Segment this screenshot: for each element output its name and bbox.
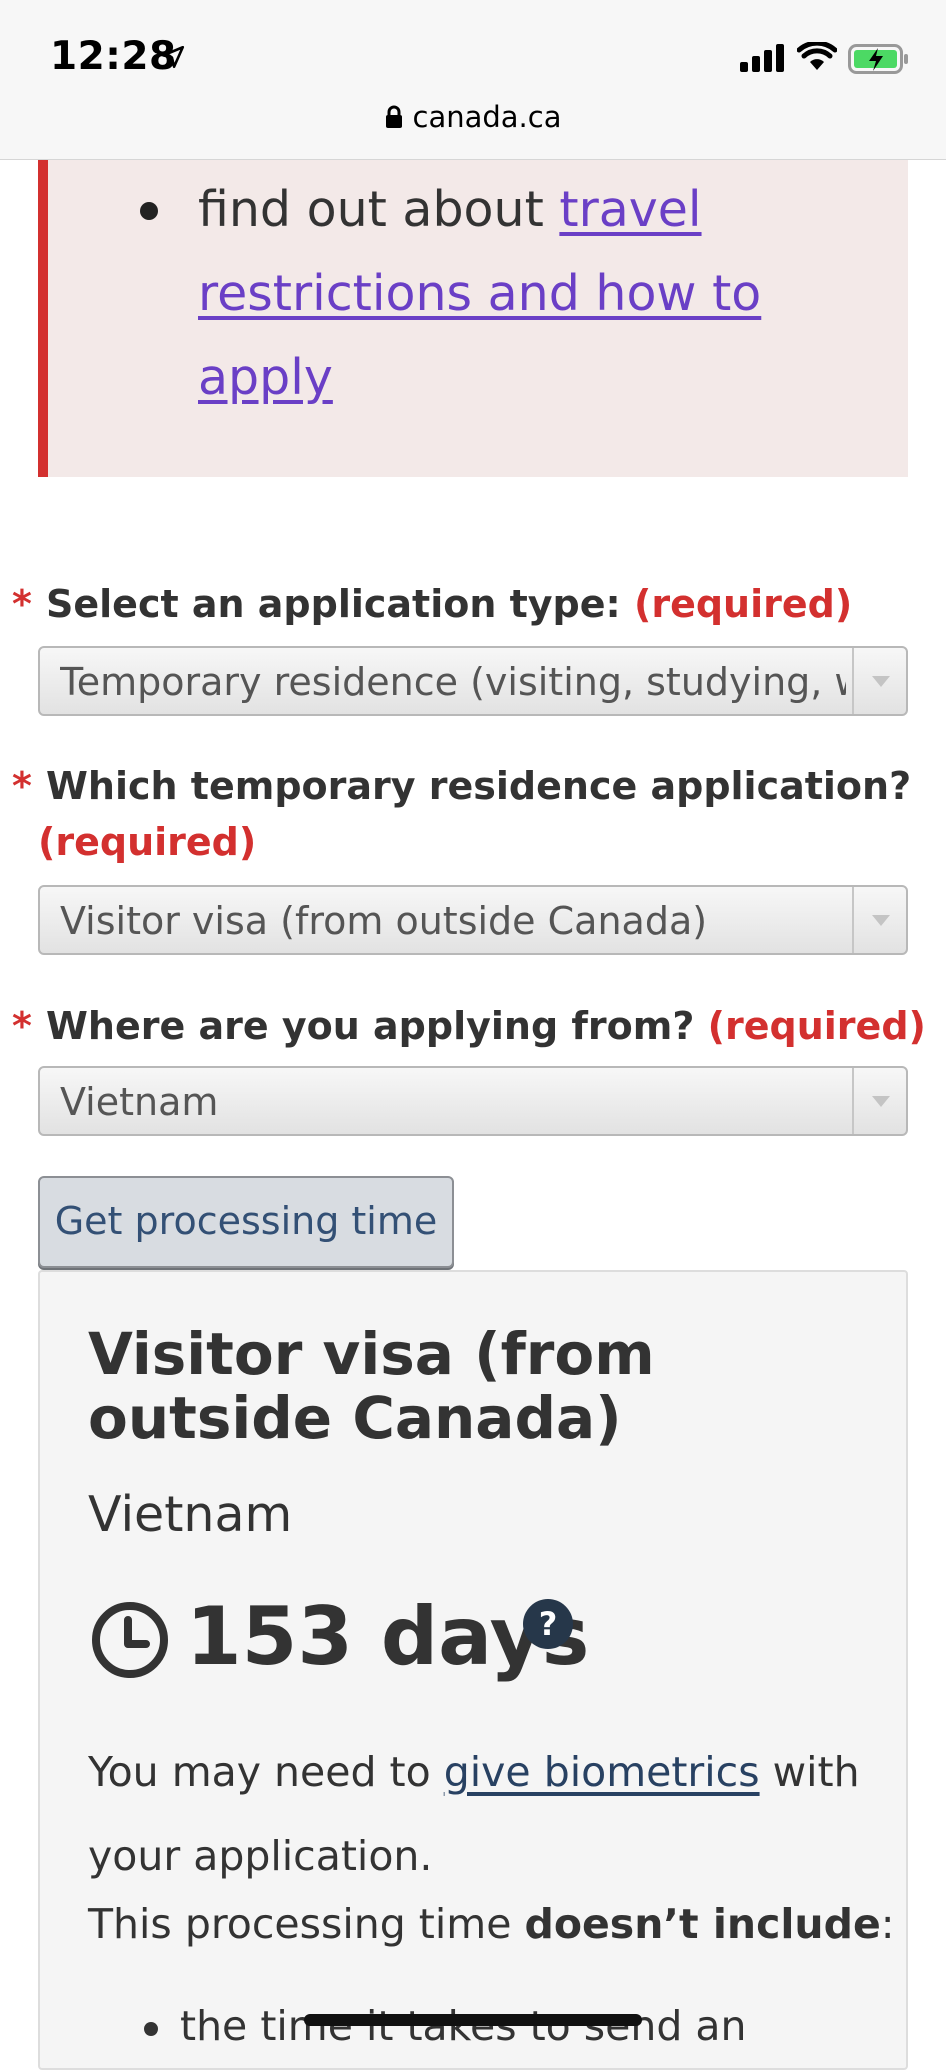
application-type-select[interactable]: Temporary residence (visiting, studying,… [38, 646, 908, 716]
processing-note: This processing time doesn’t include: [88, 1900, 895, 1948]
chevron-down-icon [852, 648, 906, 714]
location-arrow-icon [161, 45, 185, 69]
temp-residence-label-text: Which temporary residence application? [46, 764, 912, 808]
clock-icon [92, 1602, 168, 1678]
lock-icon [385, 105, 402, 128]
note-pre: This processing time [88, 1900, 525, 1948]
note-post: : [880, 1900, 895, 1948]
application-type-label-text: Select an application type: [46, 582, 621, 626]
required-flag: (required) [707, 1004, 926, 1048]
chevron-down-icon [852, 887, 906, 953]
travel-alert: find out about travel restrictions and h… [38, 160, 908, 477]
temp-residence-select[interactable]: Visitor visa (from outside Canada) [38, 885, 908, 955]
temp-residence-value: Visitor visa (from outside Canada) [60, 899, 708, 943]
cellular-signal-icon [740, 44, 784, 72]
applying-from-value: Vietnam [60, 1080, 219, 1124]
chevron-down-icon [852, 1068, 906, 1134]
wifi-icon [797, 42, 837, 70]
alert-text: find out about [198, 181, 560, 238]
required-flag: (required) [633, 582, 853, 626]
required-star: * [12, 1004, 32, 1048]
applying-from-label-text: Where are you applying from? [46, 1004, 695, 1048]
biometrics-pre: You may need to [88, 1748, 444, 1796]
bullet [144, 2022, 158, 2036]
temp-residence-label: * Which temporary residence application?… [0, 758, 946, 874]
result-title: Visitor visa (from outside Canada) [88, 1320, 655, 1452]
list-item: the time it takes to send an [180, 2002, 747, 2050]
required-star: * [12, 764, 32, 808]
help-icon[interactable]: ? [522, 1598, 574, 1650]
alert-list: find out about travel restrictions and h… [140, 168, 858, 420]
application-type-value: Temporary residence (visiting, studying,… [60, 660, 846, 704]
biometrics-text: You may need to give biometrics with you… [88, 1730, 878, 1898]
give-biometrics-link[interactable]: give biometrics [444, 1748, 760, 1796]
applying-from-select[interactable]: Vietnam [38, 1066, 908, 1136]
note-bold: doesn’t include [524, 1900, 881, 1948]
browser-top-bar: 12:28 canada.ca [0, 0, 946, 160]
get-processing-time-button[interactable]: Get processing time [38, 1176, 454, 1268]
bullet [140, 202, 158, 220]
url-bar[interactable]: canada.ca [0, 100, 946, 134]
required-flag: (required) [38, 820, 257, 864]
status-time: 12:28 [50, 34, 177, 79]
url-text: canada.ca [412, 100, 562, 134]
result-country: Vietnam [88, 1486, 293, 1543]
svg-text:?: ? [539, 1605, 558, 1643]
home-indicator[interactable] [304, 2014, 642, 2026]
required-star: * [12, 582, 32, 626]
result-panel: Visitor visa (from outside Canada) Vietn… [38, 1270, 908, 2070]
alert-list-item: find out about travel restrictions and h… [140, 168, 858, 420]
battery-charging-icon [848, 44, 908, 74]
